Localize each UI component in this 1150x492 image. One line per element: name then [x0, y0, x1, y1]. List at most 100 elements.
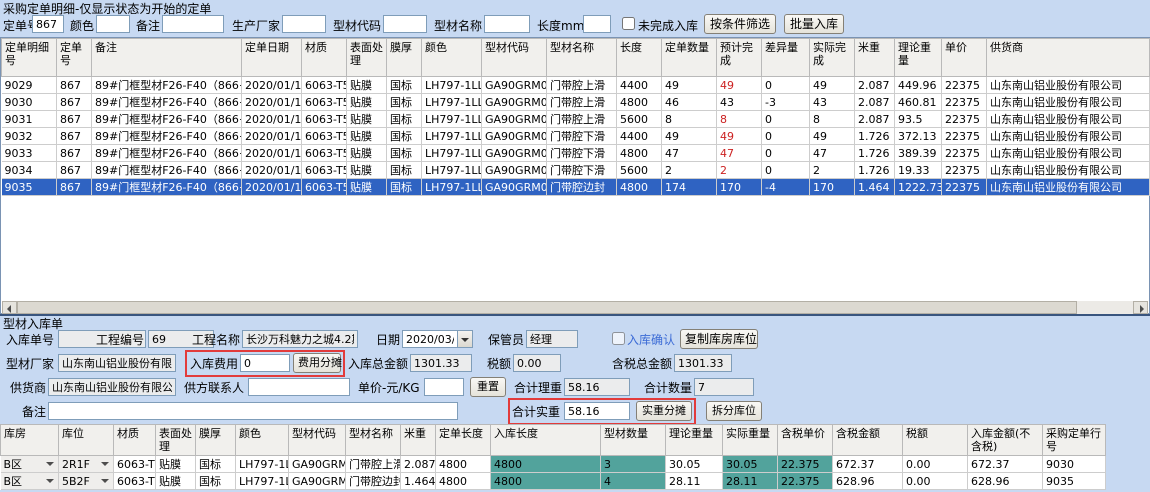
cell: 867 — [57, 111, 92, 128]
column-header[interactable]: 理论重量 — [666, 425, 723, 456]
split-location-button[interactable]: 拆分库位 — [706, 401, 762, 421]
scroll-left-icon[interactable] — [2, 301, 17, 314]
column-header[interactable]: 定单明细号 — [2, 39, 57, 77]
table-row[interactable]: B区5B2F6063-T5贴膜国标LH797-1LL0GA90GRM05门带腔边… — [1, 473, 1106, 490]
cell: 2 — [662, 162, 717, 179]
table-row[interactable]: 903386789#门框型材F26-F40（866+867）2020/01/13… — [2, 145, 1150, 162]
order-no-input[interactable] — [32, 15, 64, 33]
column-header[interactable]: 米重 — [855, 39, 895, 77]
inbound-confirm-checkbox[interactable] — [612, 332, 625, 345]
profile-code-filter-input[interactable] — [383, 15, 427, 33]
color-filter-input[interactable] — [96, 15, 130, 33]
column-header[interactable]: 采购定单行号 — [1043, 425, 1106, 456]
color-filter-label: 颜色 — [70, 19, 94, 33]
table-row[interactable]: 903186789#门框型材F26-F40（866+867）2020/01/13… — [2, 111, 1150, 128]
remark-input[interactable] — [48, 402, 458, 420]
length-filter-input[interactable] — [583, 15, 611, 33]
manufacturer-filter-input[interactable] — [282, 15, 326, 33]
cell: 89#门框型材F26-F40（866+867） — [92, 128, 242, 145]
table-row[interactable]: 902986789#门框型材F26-F40（866+867）2020/01/13… — [2, 77, 1150, 94]
column-header[interactable]: 材质 — [114, 425, 156, 456]
scroll-right-icon[interactable] — [1133, 301, 1148, 314]
column-header[interactable]: 预计完成 — [717, 39, 762, 77]
column-header[interactable]: 型材名称 — [547, 39, 617, 77]
column-header[interactable]: 实际完成 — [810, 39, 855, 77]
column-header[interactable]: 定单号 — [57, 39, 92, 77]
column-header[interactable]: 单价 — [942, 39, 987, 77]
column-header[interactable]: 理论重量 — [895, 39, 942, 77]
column-header[interactable]: 入库金额(不含税) — [968, 425, 1043, 456]
cell: 6063-T5 — [302, 94, 347, 111]
profile-name-filter-input[interactable] — [484, 15, 530, 33]
table-row[interactable]: 903586789#门框型材F26-F40（866+867）2020/01/13… — [2, 179, 1150, 196]
keeper-input[interactable] — [526, 330, 578, 348]
theo-weight-input[interactable] — [564, 378, 630, 396]
column-header[interactable]: 备注 — [92, 39, 242, 77]
actual-weight-input[interactable] — [564, 402, 630, 420]
column-header[interactable]: 实际重量 — [723, 425, 778, 456]
column-header[interactable]: 税额 — [903, 425, 968, 456]
column-header[interactable]: 膜厚 — [196, 425, 236, 456]
column-header[interactable]: 材质 — [302, 39, 347, 77]
cell: 4 — [601, 473, 666, 490]
horizontal-scrollbar[interactable] — [2, 301, 1148, 314]
column-header[interactable]: 型材代码 — [289, 425, 346, 456]
column-header[interactable]: 含税单价 — [778, 425, 833, 456]
supplier-input[interactable] — [48, 378, 176, 396]
cell: 9029 — [2, 77, 57, 94]
tax-total-input[interactable] — [674, 354, 732, 372]
tax-input[interactable] — [513, 354, 561, 372]
column-header[interactable]: 米重 — [401, 425, 436, 456]
column-header[interactable]: 定单长度 — [436, 425, 491, 456]
column-header[interactable]: 长度 — [617, 39, 662, 77]
column-header[interactable]: 膜厚 — [387, 39, 422, 77]
column-header[interactable]: 型材代码 — [482, 39, 547, 77]
cell: 372.13 — [895, 128, 942, 145]
actual-allocate-button[interactable]: 实重分摊 — [636, 401, 692, 421]
column-header[interactable]: 供货商 — [987, 39, 1150, 77]
reset-button[interactable]: 重置 — [470, 377, 506, 397]
remark-filter-input[interactable] — [162, 15, 224, 33]
column-header[interactable]: 入库长度 — [491, 425, 601, 456]
copy-warehouse-button[interactable]: 复制库房库位 — [680, 329, 758, 349]
cell: 2020/01/13 — [242, 111, 302, 128]
total-amount-input[interactable] — [410, 354, 472, 372]
column-header[interactable]: 库房 — [1, 425, 59, 456]
cell: 8 — [810, 111, 855, 128]
cell: 1.726 — [855, 145, 895, 162]
column-header[interactable]: 差异量 — [762, 39, 810, 77]
calendar-dropdown-icon[interactable] — [457, 330, 473, 348]
column-header[interactable]: 定单日期 — [242, 39, 302, 77]
column-header[interactable]: 表面处理 — [156, 425, 196, 456]
tax-label: 税额 — [487, 357, 511, 371]
column-header[interactable]: 型材数量 — [601, 425, 666, 456]
fee-input[interactable] — [240, 354, 290, 372]
cell: 9030 — [2, 94, 57, 111]
filter-by-condition-button[interactable]: 按条件筛选 — [704, 14, 776, 34]
column-header[interactable]: 定单数量 — [662, 39, 717, 77]
table-row[interactable]: 903286789#门框型材F26-F40（866+867）2020/01/13… — [2, 128, 1150, 145]
batch-inbound-button[interactable]: 批量入库 — [784, 14, 844, 34]
column-header[interactable]: 表面处理 — [347, 39, 387, 77]
factory-input[interactable] — [58, 354, 176, 372]
total-qty-input[interactable] — [694, 378, 754, 396]
project-name-input[interactable] — [242, 330, 358, 348]
cell: GA90GRM03 — [289, 456, 346, 473]
column-header[interactable]: 含税金额 — [833, 425, 903, 456]
table-row[interactable]: 903486789#门框型材F26-F40（866+867）2020/01/13… — [2, 162, 1150, 179]
table-row[interactable]: B区2R1F6063-T5贴膜国标LH797-1LL0GA90GRM03门带腔上… — [1, 456, 1106, 473]
unfinished-checkbox[interactable] — [622, 17, 635, 30]
cell: 22375 — [942, 145, 987, 162]
cell: 49 — [810, 128, 855, 145]
column-header[interactable]: 颜色 — [236, 425, 289, 456]
table-row[interactable]: 903086789#门框型材F26-F40（866+867）2020/01/13… — [2, 94, 1150, 111]
unit-price-input[interactable] — [424, 378, 464, 396]
contact-input[interactable] — [248, 378, 350, 396]
date-input[interactable] — [402, 330, 458, 348]
fee-allocate-button[interactable]: 费用分摊 — [293, 353, 341, 373]
column-header[interactable]: 型材名称 — [346, 425, 401, 456]
inbound-grid: 库房库位材质表面处理膜厚颜色型材代码型材名称米重定单长度入库长度型材数量理论重量… — [0, 424, 1106, 490]
scrollbar-thumb[interactable] — [17, 301, 1077, 314]
column-header[interactable]: 库位 — [59, 425, 114, 456]
column-header[interactable]: 颜色 — [422, 39, 482, 77]
